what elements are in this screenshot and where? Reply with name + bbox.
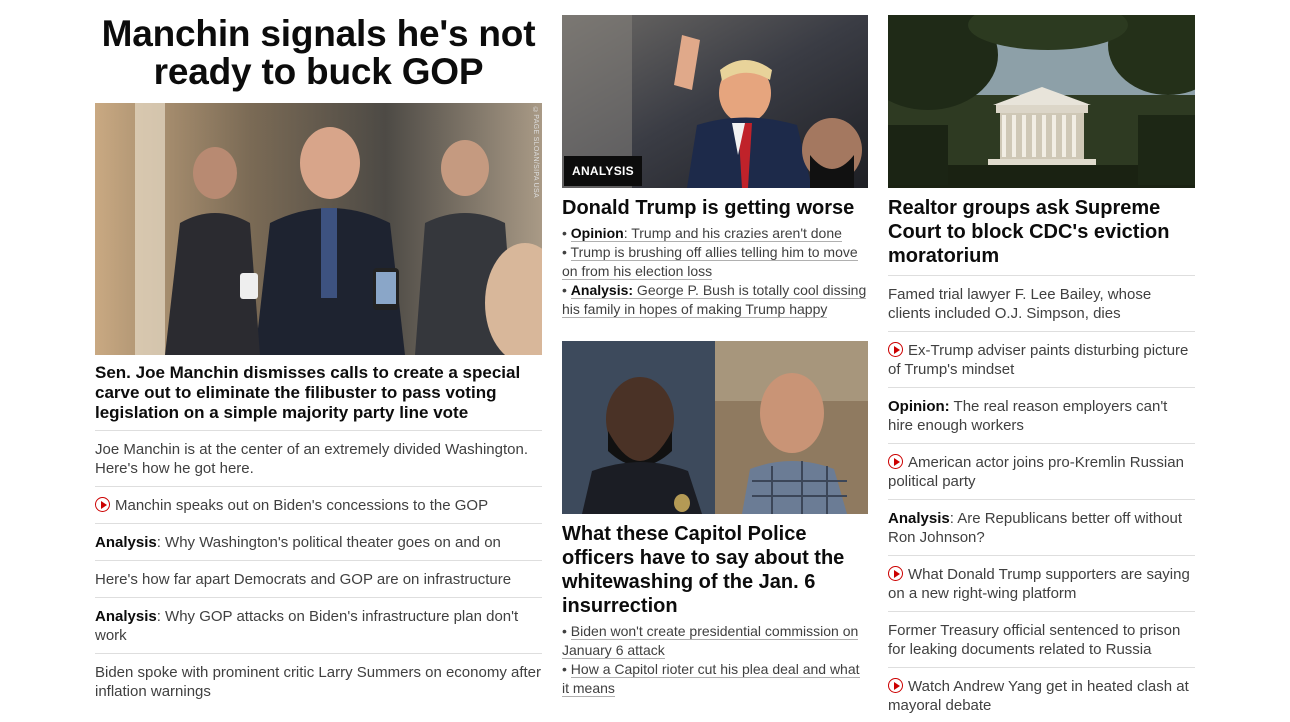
story2-related-list: • Biden won't create presidential commis… bbox=[562, 622, 868, 698]
list-item[interactable]: Ex-Trump adviser paints disturbing pictu… bbox=[888, 331, 1195, 387]
trump-photo[interactable]: ANALYSIS bbox=[562, 15, 868, 188]
right-column: Realtor groups ask Supreme Court to bloc… bbox=[888, 0, 1195, 722]
item-text: : Why GOP attacks on Biden's infrastruct… bbox=[95, 608, 519, 644]
capitol-police-photo[interactable] bbox=[562, 341, 868, 514]
item-text: Ex-Trump adviser paints disturbing pictu… bbox=[888, 342, 1189, 378]
item-text: Manchin speaks out on Biden's concession… bbox=[115, 497, 489, 514]
list-item[interactable]: Biden spoke with prominent critic Larry … bbox=[95, 653, 542, 709]
play-video-icon bbox=[888, 454, 903, 469]
col1-story-list: Joe Manchin is at the center of an extre… bbox=[95, 430, 542, 709]
list-item[interactable]: Joe Manchin is at the center of an extre… bbox=[95, 430, 542, 486]
lead-headline[interactable]: Sen. Joe Manchin dismisses calls to crea… bbox=[95, 363, 542, 423]
item-text: Here's how far apart Democrats and GOP a… bbox=[95, 571, 512, 588]
photo-credit: ©PAGE SLOAN/SIPA USA bbox=[532, 107, 539, 198]
lead-story-column: Manchin signals he's not ready to buck G… bbox=[95, 0, 542, 709]
item-text: Joe Manchin is at the center of an extre… bbox=[95, 441, 529, 477]
list-item[interactable]: Opinion: The real reason employers can't… bbox=[888, 387, 1195, 443]
item-text: Watch Andrew Yang get in heated clash at… bbox=[888, 678, 1189, 714]
link-prefix: Opinion bbox=[570, 225, 624, 241]
list-item[interactable]: Manchin speaks out on Biden's concession… bbox=[95, 486, 542, 523]
item-prefix: Analysis bbox=[95, 608, 157, 625]
item-text: American actor joins pro-Kremlin Russian… bbox=[888, 454, 1184, 490]
list-item[interactable]: Famed trial lawyer F. Lee Bailey, whose … bbox=[888, 275, 1195, 331]
link-text: Trump is brushing off allies telling him… bbox=[562, 244, 858, 279]
list-item[interactable]: What Donald Trump supporters are saying … bbox=[888, 555, 1195, 611]
list-item[interactable]: Watch Andrew Yang get in heated clash at… bbox=[888, 667, 1195, 722]
link-text: : Trump and his crazies aren't done bbox=[623, 225, 842, 241]
play-video-icon bbox=[95, 497, 110, 512]
item-text: Biden spoke with prominent critic Larry … bbox=[95, 664, 542, 700]
story1-headline[interactable]: Donald Trump is getting worse bbox=[562, 196, 868, 220]
item-text: What Donald Trump supporters are saying … bbox=[888, 566, 1190, 602]
item-text: : Why Washington's political theater goe… bbox=[156, 534, 501, 551]
manchin-photo[interactable]: ©PAGE SLOAN/SIPA USA bbox=[95, 103, 542, 355]
list-item[interactable]: American actor joins pro-Kremlin Russian… bbox=[888, 443, 1195, 499]
item-prefix: Opinion: bbox=[888, 398, 950, 415]
related-link[interactable]: • Analysis: George P. Bush is totally co… bbox=[562, 281, 868, 319]
list-item[interactable]: Analysis: Are Republicans better off wit… bbox=[888, 499, 1195, 555]
play-video-icon bbox=[888, 342, 903, 357]
item-prefix: Analysis bbox=[888, 510, 950, 527]
list-item[interactable]: Analysis: Why Washington's political the… bbox=[95, 523, 542, 560]
related-link[interactable]: • Trump is brushing off allies telling h… bbox=[562, 243, 868, 281]
right-column-headline[interactable]: Realtor groups ask Supreme Court to bloc… bbox=[888, 196, 1195, 268]
item-prefix: Analysis bbox=[95, 534, 157, 551]
play-video-icon bbox=[888, 678, 903, 693]
analysis-badge: ANALYSIS bbox=[564, 156, 642, 186]
supreme-court-photo[interactable] bbox=[888, 15, 1195, 188]
related-link[interactable]: • How a Capitol rioter cut his plea deal… bbox=[562, 660, 868, 698]
item-text: Famed trial lawyer F. Lee Bailey, whose … bbox=[888, 286, 1152, 322]
col3-story-list: Famed trial lawyer F. Lee Bailey, whose … bbox=[888, 275, 1195, 722]
link-text: Biden won't create presidential commissi… bbox=[562, 623, 859, 659]
related-link[interactable]: • Opinion: Trump and his crazies aren't … bbox=[562, 224, 868, 243]
related-link[interactable]: • Biden won't create presidential commis… bbox=[562, 622, 868, 660]
hero-title[interactable]: Manchin signals he's not ready to buck G… bbox=[95, 15, 542, 91]
item-text: Former Treasury official sentenced to pr… bbox=[888, 622, 1181, 658]
link-prefix: Analysis: bbox=[570, 282, 634, 298]
list-item[interactable]: Former Treasury official sentenced to pr… bbox=[888, 611, 1195, 667]
middle-column: ANALYSIS Donald Trump is getting worse •… bbox=[562, 0, 868, 698]
list-item[interactable]: Here's how far apart Democrats and GOP a… bbox=[95, 560, 542, 597]
story1-related-list: • Opinion: Trump and his crazies aren't … bbox=[562, 224, 868, 319]
link-text: How a Capitol rioter cut his plea deal a… bbox=[562, 661, 860, 697]
play-video-icon bbox=[888, 566, 903, 581]
list-item[interactable]: Analysis: Why GOP attacks on Biden's inf… bbox=[95, 597, 542, 653]
story2-headline[interactable]: What these Capitol Police officers have … bbox=[562, 522, 868, 618]
